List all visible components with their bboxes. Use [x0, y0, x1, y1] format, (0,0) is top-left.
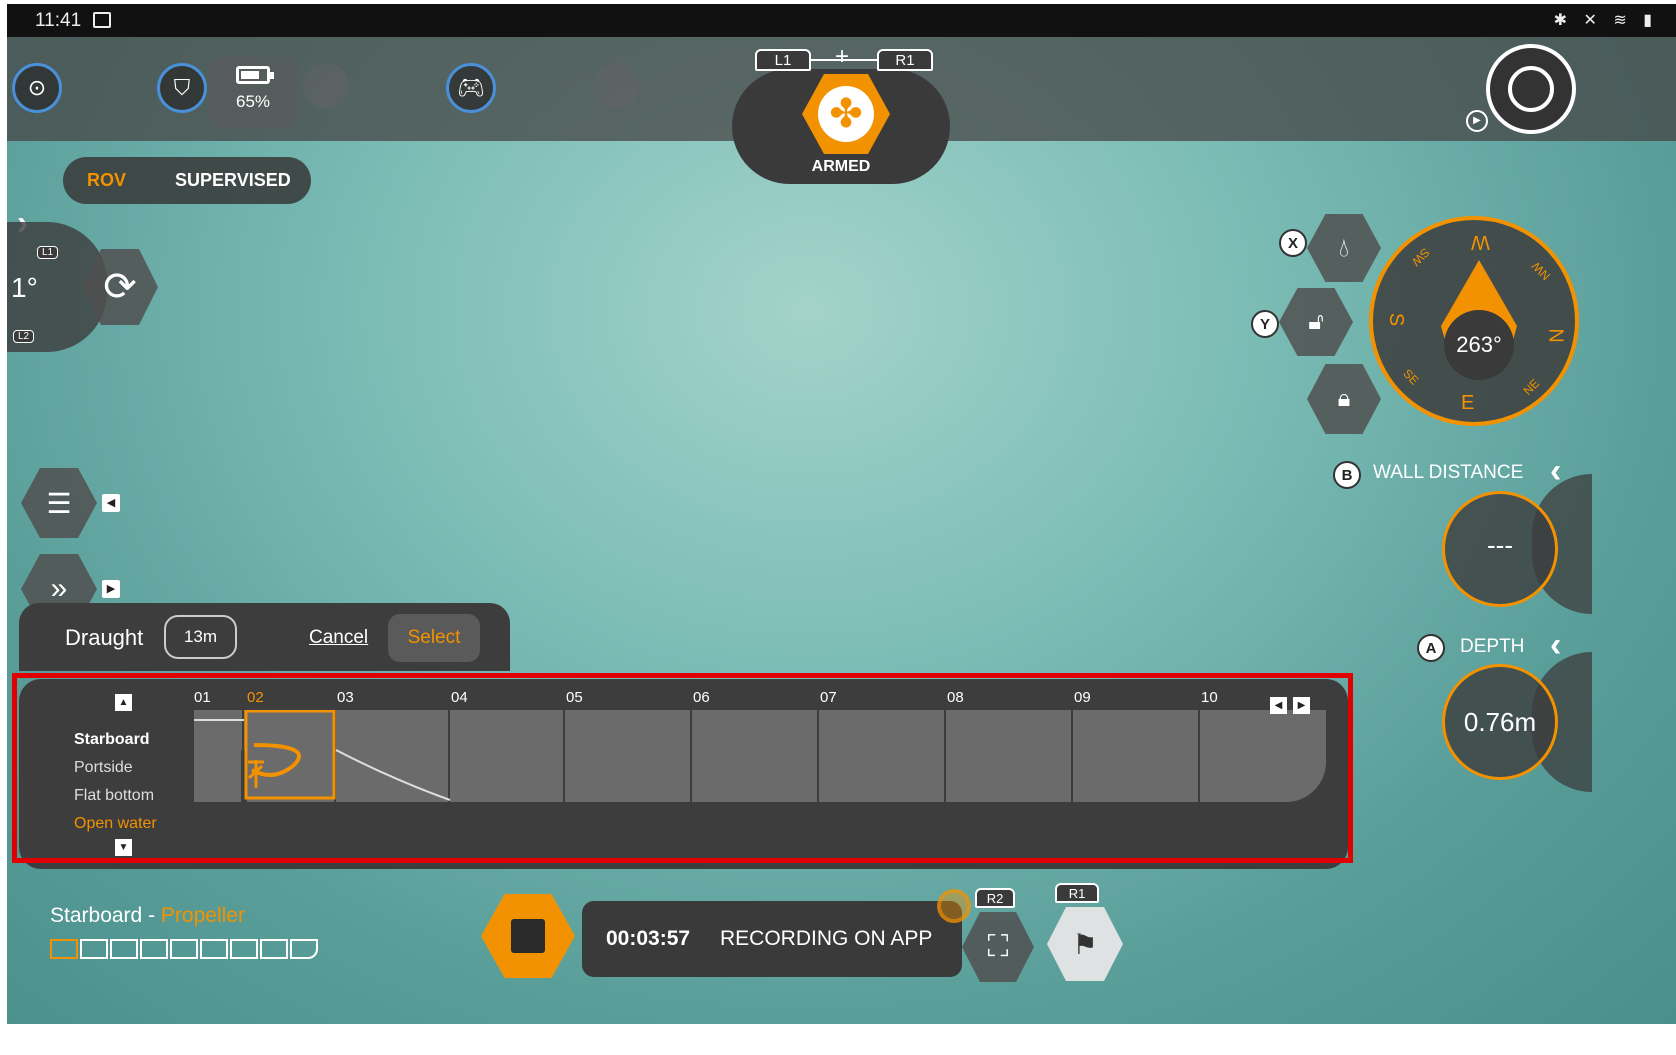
inactive-indicator-2	[593, 63, 639, 109]
battery-icon	[236, 66, 274, 84]
hull-option-flat-bottom[interactable]: Flat bottom	[74, 782, 157, 810]
section-number: 04	[451, 689, 468, 706]
flag-camera-icon[interactable]: ⚑	[1047, 907, 1123, 981]
section-number-selected: 02	[247, 689, 264, 706]
tag-l1: L1	[755, 49, 811, 71]
fan-icon: ✤	[818, 86, 874, 142]
cancel-button[interactable]: Cancel	[309, 627, 368, 649]
button-y: Y	[1251, 310, 1279, 338]
status-icons: ✱ ✕ ≋ ▮	[1553, 12, 1658, 29]
gallery-icon	[93, 12, 111, 28]
tag-l1-tilt: L1	[37, 246, 59, 259]
select-button[interactable]: Select	[388, 614, 480, 662]
hull-option-portside[interactable]: Portside	[74, 754, 157, 782]
tag-l2-tilt: L2	[13, 330, 35, 343]
section-number: 08	[947, 689, 964, 706]
compass-n: N	[1546, 328, 1569, 343]
compass-sw: SW	[1408, 245, 1433, 269]
lights-icon[interactable]: ☰	[21, 468, 97, 538]
heading-value: 263°	[1444, 310, 1514, 380]
draught-label: Draught	[65, 625, 144, 650]
mode-toggle[interactable]: ROV SUPERVISED	[63, 157, 311, 204]
button-a: A	[1417, 634, 1445, 662]
mode-supervised[interactable]: SUPERVISED	[175, 170, 291, 191]
depth-lock-icon[interactable]: 🔒︎	[1307, 364, 1381, 434]
gamepad-icon[interactable]: 🎮︎	[446, 63, 496, 113]
mode-rov[interactable]: ROV	[87, 170, 126, 191]
location-part: Propeller	[160, 904, 245, 927]
draught-bar: Draught 13m Cancel Select	[19, 603, 510, 671]
section-number: 05	[566, 689, 583, 706]
compass-s: S	[1385, 312, 1408, 327]
fullscreen-icon[interactable]: ⛶	[962, 912, 1034, 982]
draught-field[interactable]: 13m	[164, 615, 237, 659]
depth-value: 0.76m	[1463, 707, 1537, 737]
section-number: 01	[194, 689, 211, 706]
wall-distance-label: WALL DISTANCE	[1373, 462, 1524, 483]
section-next-icon[interactable]: ▶	[1293, 697, 1310, 714]
section-number: 06	[693, 689, 710, 706]
battery-percent: 65%	[235, 92, 271, 111]
wall-distance-gauge[interactable]: ---	[1442, 491, 1558, 607]
battery-indicator: 65%	[209, 57, 297, 129]
depth-label: DEPTH	[1460, 636, 1525, 657]
button-b: B	[1333, 461, 1361, 489]
hull-profile-drawing	[194, 710, 451, 802]
recording-timer: 00:03:57	[606, 927, 691, 950]
combo-plus: +	[835, 43, 850, 70]
play-icon[interactable]: ▶	[1466, 110, 1488, 132]
list-up-icon[interactable]: ▲	[115, 694, 132, 711]
button-x: X	[1279, 229, 1307, 257]
depth-gauge[interactable]: 0.76m	[1442, 664, 1558, 780]
section-nav: ◀ ▶	[1264, 695, 1310, 714]
heading-lock-icon[interactable]: 🔓︎	[1279, 288, 1353, 356]
compass: W S N E SW NW SE NE 263°	[1369, 216, 1579, 426]
location-separator: -	[142, 904, 161, 927]
shield-icon[interactable]: ⛉	[157, 63, 207, 113]
water-drop-icon[interactable]: 💧︎	[1307, 214, 1381, 282]
stop-icon	[511, 919, 545, 953]
tag-r1-bottom: R1	[1055, 883, 1099, 903]
selected-section-frame	[244, 710, 336, 800]
compass-ne: NE	[1520, 376, 1543, 398]
section-number: 09	[1074, 689, 1091, 706]
recording-status: 00:03:57 RECORDING ON APP	[582, 901, 962, 977]
inactive-indicator	[303, 63, 349, 109]
hull-selector-panel: ▲ Starboard Portside Flat bottom Open wa…	[19, 679, 1348, 869]
section-prev-icon[interactable]: ◀	[1270, 697, 1287, 714]
hull-option-open-water[interactable]: Open water	[74, 810, 157, 838]
lights-arrow-left-icon[interactable]: ◀	[102, 494, 120, 512]
location-label: Starboard - Propeller	[50, 904, 245, 928]
compass-se: SE	[1400, 366, 1422, 388]
compass-e: E	[1461, 392, 1475, 414]
status-time: 11:41	[35, 10, 82, 31]
hull-sections: 01 02 03 04 05 06 07 08 09 10	[194, 689, 1329, 804]
compass-w: W	[1471, 231, 1490, 253]
depth-collapse-icon[interactable]: ‹	[1550, 626, 1561, 665]
drone-icon[interactable]: ⊙	[12, 63, 62, 113]
recording-dot-icon	[937, 889, 971, 923]
settings-button[interactable]	[1486, 44, 1576, 134]
list-down-icon[interactable]: ▼	[115, 839, 132, 856]
compass-nw: NW	[1528, 258, 1554, 284]
section-number: 03	[337, 689, 354, 706]
armed-status: ARMED	[811, 158, 871, 175]
section-number: 10	[1201, 689, 1218, 706]
arm-combo-hint: L1 + R1	[755, 43, 935, 77]
rov-app-screen: 11:41 ✱ ✕ ≋ ▮ ⊙ ⛉ 65% 🎮︎ L1 + R1 ✤ ARMED…	[7, 4, 1676, 1024]
hull-option-starboard[interactable]: Starboard	[74, 726, 157, 754]
tag-r2: R2	[975, 888, 1015, 908]
android-status-bar: 11:41 ✱ ✕ ≋ ▮	[7, 4, 1676, 37]
recording-text: RECORDING ON APP	[720, 927, 933, 950]
tag-r1: R1	[877, 49, 933, 71]
section-number: 07	[820, 689, 837, 706]
wall-distance-collapse-icon[interactable]: ‹	[1550, 452, 1561, 491]
tilt-value: 1°	[11, 272, 38, 303]
speed-arrow-right-icon[interactable]: ▶	[102, 580, 120, 598]
stop-recording-button[interactable]	[481, 894, 575, 978]
hull-option-list: Starboard Portside Flat bottom Open wate…	[74, 726, 157, 838]
eye-icon	[1508, 66, 1554, 112]
wall-distance-value: ---	[1487, 530, 1513, 560]
location-side: Starboard	[50, 904, 143, 927]
